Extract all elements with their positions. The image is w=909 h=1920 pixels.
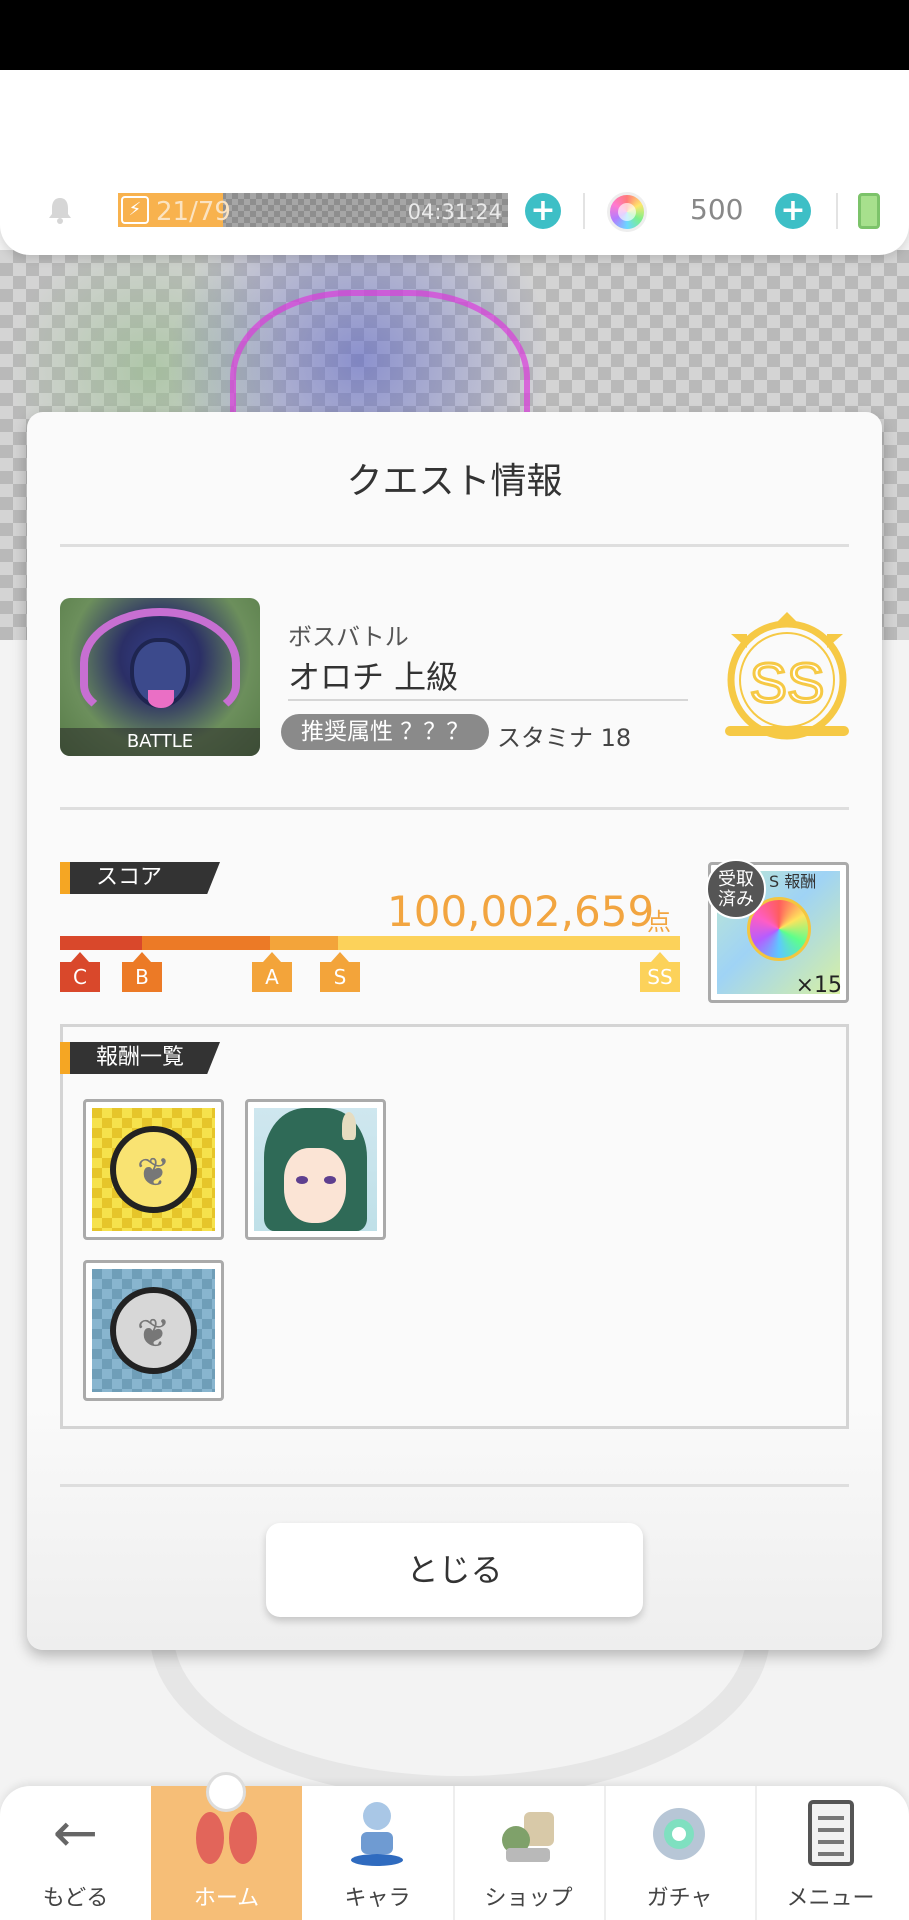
reward-item-character[interactable] — [245, 1099, 386, 1240]
divider — [60, 544, 849, 547]
quest-info-modal: クエスト情報 BATTLE ボスバトル オロチ 上級 推奨属性 ？？？ スタミナ… — [27, 412, 882, 1650]
modal-title: クエスト情報 — [346, 461, 563, 502]
nav-label: もどる — [42, 1886, 109, 1911]
back-arrow-icon: ← — [52, 1801, 99, 1864]
divider — [60, 1484, 849, 1487]
status-bar — [0, 0, 909, 70]
add-stamina-button[interactable]: + — [525, 193, 561, 229]
close-button[interactable]: とじる — [266, 1523, 643, 1617]
home-ball-decoration — [206, 1772, 246, 1812]
svg-text:SS: SS — [750, 651, 825, 714]
quest-name: オロチ 上級 — [288, 658, 459, 696]
reward-list-panel: 報酬一覧 ❦ ❦ — [60, 1024, 849, 1429]
nav-shop[interactable]: ショップ — [453, 1786, 604, 1920]
silver-medal-icon: ❦ — [110, 1287, 197, 1374]
rank-marker-a: A — [252, 952, 292, 992]
header-divider — [583, 193, 585, 229]
score-value: 100,002,659 — [387, 887, 655, 936]
gold-medal-icon: ❦ — [110, 1126, 197, 1213]
nav-label: キャラ — [344, 1886, 411, 1911]
character-portrait — [254, 1108, 377, 1231]
stamina-timer: 04:31:24 — [407, 200, 502, 224]
shop-pixel-icon — [502, 1812, 554, 1862]
nav-label: メニュー — [786, 1886, 875, 1911]
score-progress-bar — [60, 936, 680, 950]
bottom-navigation: ← もどる ホーム キャラ ショップ ガチャ メニュー — [0, 1786, 909, 1920]
thumbnail-label: BATTLE — [60, 728, 260, 756]
lightning-icon: ⚡ — [121, 196, 149, 224]
quest-thumbnail: BATTLE — [60, 598, 260, 756]
nav-back[interactable]: ← もどる — [0, 1786, 151, 1920]
ss-reward-label: S 報酬 — [769, 872, 817, 891]
add-gems-button[interactable]: + — [775, 193, 811, 229]
gem-count: 500 — [690, 193, 744, 226]
header-divider — [836, 193, 838, 229]
nav-label: ショップ — [484, 1886, 573, 1911]
stamina-gauge: ⚡ 21/79 04:31:24 — [118, 193, 508, 227]
ss-reward-item[interactable]: S 報酬 ×15 受取 済み — [706, 859, 849, 1003]
rank-marker-c: C — [60, 952, 100, 992]
divider — [60, 807, 849, 810]
received-badge: 受取 済み — [706, 859, 766, 919]
character-pixel-icon — [351, 1802, 403, 1866]
rank-marker-ss: SS — [640, 952, 680, 992]
name-underline — [288, 699, 688, 701]
gacha-pixel-icon — [653, 1808, 705, 1860]
ss-rank-badge: SS — [725, 612, 849, 740]
score-tag: スコア — [60, 862, 220, 894]
recommended-attribute-badge: 推奨属性 ？？？ — [281, 714, 490, 750]
stamina-count: 21/79 — [156, 197, 231, 227]
reward-item-silver-medal[interactable]: ❦ — [83, 1260, 224, 1401]
stamina-cost: スタミナ 18 — [497, 724, 632, 752]
rank-marker-s: S — [320, 952, 360, 992]
top-header — [0, 70, 909, 255]
reward-item-gold-medal[interactable]: ❦ — [83, 1099, 224, 1240]
nav-label: ホーム — [193, 1886, 260, 1911]
nav-menu[interactable]: メニュー — [755, 1786, 906, 1920]
bell-icon[interactable] — [45, 195, 75, 225]
quest-type: ボスバトル — [288, 623, 409, 651]
rank-marker-b: B — [122, 952, 162, 992]
score-unit: 点 — [647, 908, 671, 936]
nav-characters[interactable]: キャラ — [302, 1786, 453, 1920]
gem-icon — [607, 192, 647, 232]
battery-icon — [858, 193, 880, 229]
nav-label: ガチャ — [646, 1886, 713, 1911]
menu-list-icon — [808, 1800, 854, 1866]
reward-list-tag: 報酬一覧 — [60, 1042, 220, 1074]
ss-reward-quantity: ×15 — [795, 973, 842, 998]
nav-gacha[interactable]: ガチャ — [604, 1786, 755, 1920]
